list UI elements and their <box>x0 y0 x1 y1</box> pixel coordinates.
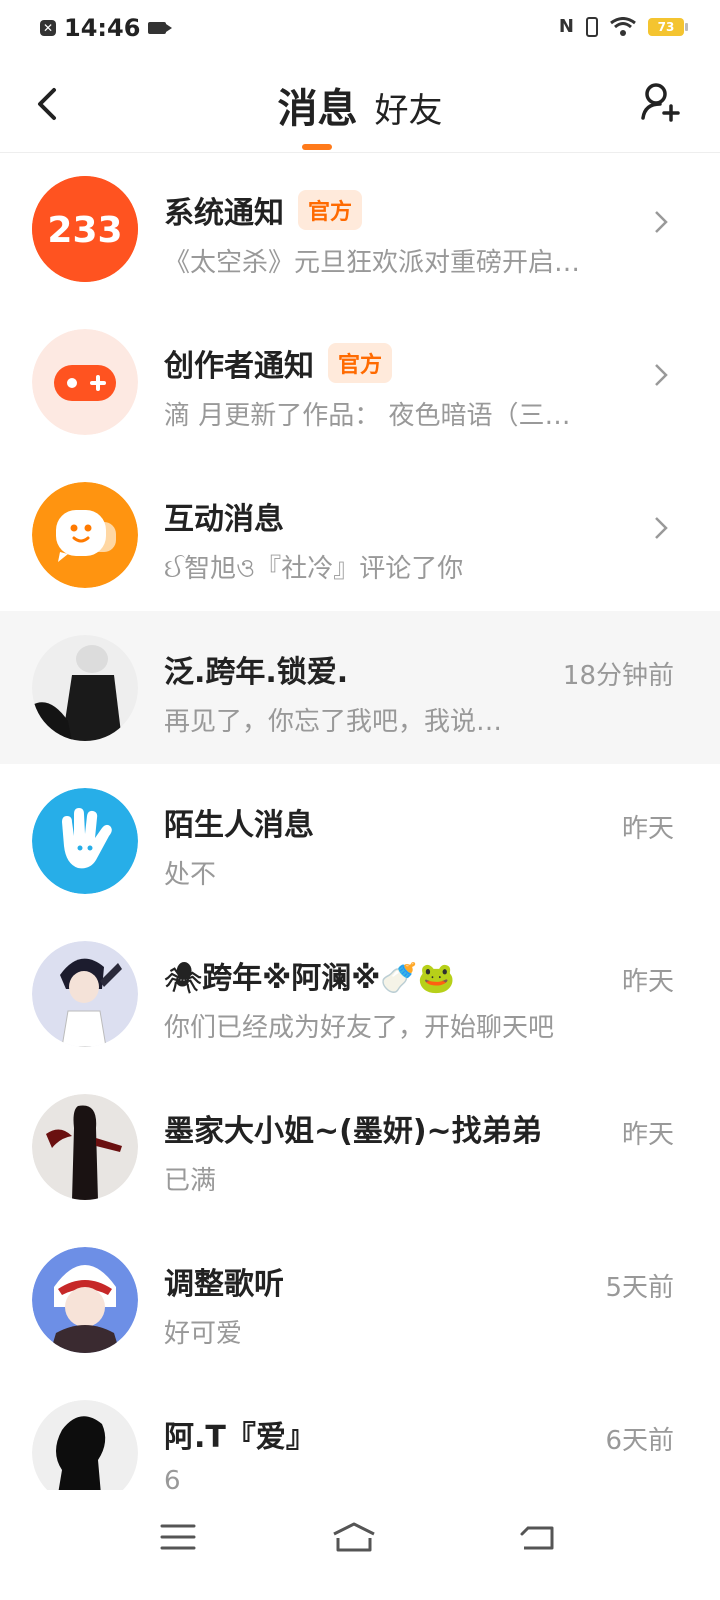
official-badge: 官方 <box>298 190 363 230</box>
avatar-user <box>32 1094 138 1200</box>
vibrate-icon <box>586 16 598 37</box>
list-item-chat[interactable]: 调整歌听 好可爱 5天前 <box>0 1223 720 1376</box>
chevron-right-icon <box>655 211 668 233</box>
back-nav-icon[interactable] <box>518 1520 558 1554</box>
row-name: 阿.T『爱』 <box>164 1420 316 1455</box>
list-item-system-notice[interactable]: 233 系统通知 官方 《太空杀》元旦狂欢派对重磅开启… <box>0 152 720 305</box>
row-name: 陌生人消息 <box>164 808 314 843</box>
status-time: 14:46 <box>64 14 141 42</box>
list-item-chat[interactable]: 墨家大小姐~(墨妍)~找弟弟 已满 昨天 <box>0 1070 720 1223</box>
avatar-image <box>32 1247 138 1353</box>
add-friend-icon[interactable] <box>640 80 680 124</box>
avatar-image <box>32 941 138 1047</box>
avatar-image <box>32 635 138 741</box>
row-name: 系统通知 官方 <box>164 188 363 232</box>
notification-x-icon: ✕ <box>40 20 56 36</box>
avatar-interactions <box>32 482 138 588</box>
avatar-user <box>32 1247 138 1353</box>
row-name: 创作者通知 官方 <box>164 341 393 385</box>
row-time: 5天前 <box>605 1273 674 1303</box>
avatar-user <box>32 941 138 1047</box>
row-preview: ઈ智旭ও『社冷』评论了你 <box>164 554 464 584</box>
233-logo-icon: 233 <box>32 176 138 282</box>
avatar-image <box>32 1094 138 1200</box>
status-left: ✕ 14:46 <box>40 14 173 42</box>
home-icon[interactable] <box>330 1520 378 1554</box>
tab-friends[interactable]: 好友 <box>375 83 443 132</box>
row-preview: 滴 月更新了作品： 夜色暗语（三… <box>164 401 571 431</box>
row-preview: 好可爱 <box>164 1319 243 1349</box>
avatar-user <box>32 635 138 741</box>
list-item-chat[interactable]: 🕷跨年※阿澜※🍼🐸 你们已经成为好友了，开始聊天吧 昨天 <box>0 917 720 1070</box>
avatar-system-233: 233 <box>32 176 138 282</box>
row-name: 🕷跨年※阿澜※🍼🐸 <box>164 961 456 996</box>
chevron-right-icon <box>655 517 668 539</box>
avatar-stranger <box>32 788 138 894</box>
row-preview: 已满 <box>164 1166 217 1196</box>
chat-bubble-face-icon <box>32 482 138 588</box>
row-preview: 《太空杀》元旦狂欢派对重磅开启… <box>164 248 581 278</box>
row-name: 泛.跨年.锁爱. <box>164 655 349 690</box>
row-time: 6天前 <box>605 1426 674 1456</box>
official-badge: 官方 <box>328 343 393 383</box>
row-name: 墨家大小姐~(墨妍)~找弟弟 <box>164 1114 542 1149</box>
avatar-creator <box>32 329 138 435</box>
row-name: 调整歌听 <box>164 1267 284 1302</box>
waving-hand-icon <box>32 788 138 894</box>
row-name: 互动消息 <box>164 502 284 537</box>
nfc-icon: N <box>558 16 574 37</box>
tab-bar: 消息 好友 <box>0 76 720 150</box>
status-right: N 73 <box>558 16 688 37</box>
row-time: 18分钟前 <box>562 661 674 691</box>
list-item-interactions[interactable]: 互动消息 ઈ智旭ও『社冷』评论了你 <box>0 458 720 611</box>
top-header: 消息 好友 <box>0 62 720 153</box>
row-preview: 再见了，你忘了我吧，我说… <box>164 707 503 737</box>
row-preview: 处不 <box>164 860 217 890</box>
status-bar: ✕ 14:46 N 73 <box>0 0 720 56</box>
row-preview: 你们已经成为好友了，开始聊天吧 <box>164 1013 555 1043</box>
menu-icon[interactable] <box>158 1520 198 1554</box>
system-nav-bar <box>0 1490 720 1600</box>
row-time: 昨天 <box>621 1120 674 1150</box>
list-item-stranger-messages[interactable]: 陌生人消息 处不 昨天 <box>0 764 720 917</box>
message-list: 233 系统通知 官方 《太空杀》元旦狂欢派对重磅开启… 创作者通知 官方 滴 … <box>0 152 720 1529</box>
list-item-creator-notice[interactable]: 创作者通知 官方 滴 月更新了作品： 夜色暗语（三… <box>0 305 720 458</box>
gamepad-icon <box>32 329 138 435</box>
list-item-chat[interactable]: 泛.跨年.锁爱. 再见了，你忘了我吧，我说… 18分钟前 <box>0 611 720 764</box>
svg-text:233: 233 <box>47 210 122 251</box>
video-camera-icon <box>148 22 173 34</box>
chevron-right-icon <box>655 364 668 386</box>
tab-messages[interactable]: 消息 <box>277 76 357 150</box>
row-time: 昨天 <box>621 967 674 997</box>
wifi-icon <box>610 16 636 36</box>
battery-indicator: 73 <box>648 17 688 36</box>
row-time: 昨天 <box>621 814 674 844</box>
